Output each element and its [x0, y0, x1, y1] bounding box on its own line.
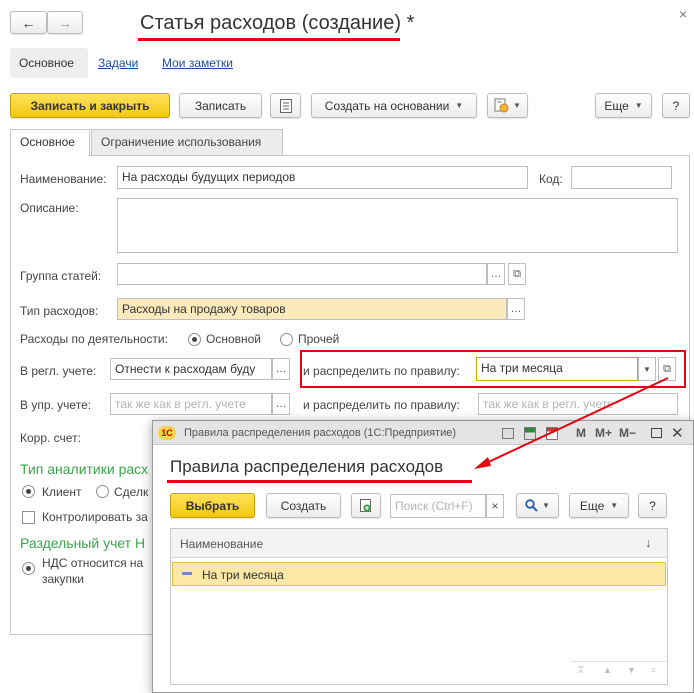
- annotation-arrow: [474, 377, 669, 469]
